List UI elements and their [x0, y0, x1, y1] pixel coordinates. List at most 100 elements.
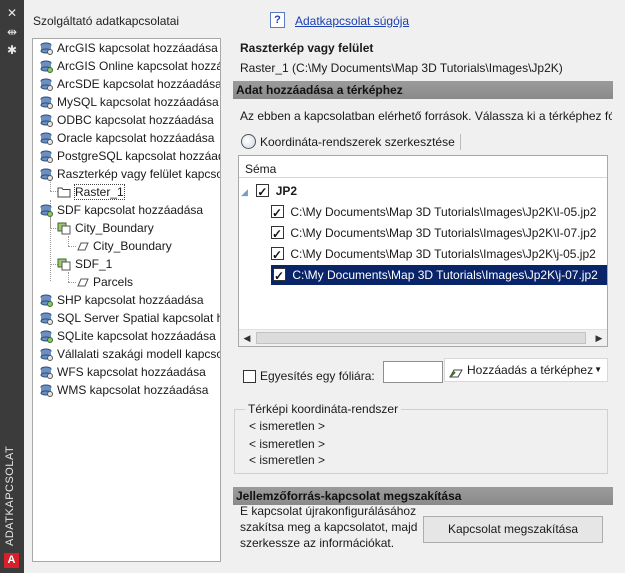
connection-icon — [39, 77, 53, 91]
connection-title: Raszterkép vagy felület — [240, 41, 374, 55]
group-checkbox[interactable] — [256, 182, 270, 202]
tree-item-oracle[interactable]: Oracle kapcsolat hozzáadása — [39, 129, 214, 147]
connection-icon — [39, 365, 53, 379]
tree-item-label: PostgreSQL kapcsolat hozzáad — [57, 149, 221, 163]
tree-item-label: WMS kapcsolat hozzáadása — [57, 383, 209, 397]
grid-file-row-selected[interactable]: C:\My Documents\Map 3D Tutorials\Images\… — [271, 265, 607, 286]
connection-icon — [39, 293, 53, 307]
help-icon[interactable]: ? — [270, 12, 285, 28]
coord-button-label: Koordináta-rendszerek szerkesztése — [260, 135, 455, 149]
tree-item-label: ArcSDE kapcsolat hozzáadása — [57, 77, 221, 91]
tree-item-label: MySQL kapcsolat hozzáadása — [57, 95, 219, 109]
tree-item-label: WFS kapcsolat hozzáadása — [57, 365, 206, 379]
tree-item-city-boundary-layer[interactable]: City_Boundary — [57, 219, 154, 237]
tree-item-raster[interactable]: Raszterkép vagy felület kapcsol — [39, 165, 221, 183]
add-to-map-button[interactable]: Hozzáadás a térképhez ▼ — [444, 358, 608, 382]
chevron-down-icon[interactable]: ▼ — [594, 359, 602, 381]
grid-file-row[interactable]: C:\My Documents\Map 3D Tutorials\Images\… — [271, 223, 597, 244]
map-coordinate-title: Térképi koordináta-rendszer — [245, 402, 402, 416]
layer-icon — [57, 257, 71, 271]
auto-hide-icon[interactable]: ⇹ — [4, 24, 20, 40]
horizontal-scrollbar[interactable]: ◀ ▶ — [239, 329, 607, 346]
connection-icon — [39, 95, 53, 109]
file-checkbox[interactable] — [271, 203, 284, 223]
file-path: C:\My Documents\Map 3D Tutorials\Images\… — [290, 205, 597, 219]
tree-item-sqlite[interactable]: SQLite kapcsolat hozzáadása — [39, 327, 216, 345]
scrollbar-thumb[interactable] — [256, 332, 586, 344]
tree-item-mysql[interactable]: MySQL kapcsolat hozzáadása — [39, 93, 219, 111]
tree-item-arcsde[interactable]: ArcSDE kapcsolat hozzáadása — [39, 75, 221, 93]
tree-item-wfs[interactable]: WFS kapcsolat hozzáadása — [39, 363, 206, 381]
file-path: C:\My Documents\Map 3D Tutorials\Images\… — [290, 226, 597, 240]
coordinate-value: < ismeretlen > — [249, 419, 326, 433]
folder-icon — [57, 185, 71, 199]
scroll-left-icon[interactable]: ◀ — [241, 332, 253, 344]
grid-file-row[interactable]: C:\My Documents\Map 3D Tutorials\Images\… — [271, 244, 596, 265]
add-description: Az ebben a kapcsolatban elérhető forráso… — [240, 109, 612, 123]
connection-tree[interactable]: ArcGIS kapcsolat hozzáadása ArcGIS Onlin… — [32, 38, 221, 562]
merge-checkbox[interactable] — [243, 370, 256, 383]
help-link[interactable]: Adatkapcsolat súgója — [295, 14, 409, 28]
tree-item-label: ODBC kapcsolat hozzáadása — [57, 113, 214, 127]
file-checkbox[interactable] — [271, 245, 284, 265]
section-add-to-map: Adat hozzáadása a térképhez — [233, 81, 613, 99]
tree-item-parcels[interactable]: Parcels — [75, 273, 133, 291]
disconnect-button[interactable]: Kapcsolat megszakítása — [423, 516, 603, 543]
tree-item-label: City_Boundary — [93, 239, 172, 253]
tree-item-arcgis-online[interactable]: ArcGIS Online kapcsolat hozzá — [39, 57, 221, 75]
connection-icon — [39, 131, 53, 145]
tree-item-label: City_Boundary — [75, 221, 154, 235]
close-icon[interactable]: ✕ — [4, 5, 20, 21]
connection-icon — [39, 311, 53, 325]
merge-layer-input[interactable] — [383, 361, 443, 383]
connection-icon — [39, 149, 53, 163]
connection-icon — [39, 41, 53, 55]
connection-path: Raster_1 (C:\My Documents\Map 3D Tutoria… — [240, 61, 563, 75]
tree-item-label: Vállalati szakági modell kapcsol — [57, 347, 221, 361]
tree-item-label: Raszterkép vagy felület kapcsol — [57, 167, 221, 181]
connection-icon — [39, 203, 53, 217]
scroll-right-icon[interactable]: ▶ — [593, 332, 605, 344]
connection-icon — [39, 383, 53, 397]
file-checkbox[interactable] — [271, 224, 284, 244]
tree-item-odbc[interactable]: ODBC kapcsolat hozzáadása — [39, 111, 214, 129]
file-checkbox[interactable] — [273, 266, 286, 286]
gear-icon[interactable]: ✱ — [4, 42, 20, 58]
tree-item-city-boundary-feature[interactable]: City_Boundary — [75, 237, 172, 255]
palette-window: ✕ ⇹ ✱ ADATKAPCSOLAT A Szolgáltató adatka… — [0, 0, 625, 573]
edit-coordinate-systems-button[interactable]: Koordináta-rendszerek szerkesztése — [240, 131, 455, 153]
grid-header-schema: Séma — [239, 156, 607, 178]
add-layer-icon — [449, 364, 463, 378]
add-button-label: Hozzáadás a térképhez — [467, 363, 594, 377]
tree-connector — [68, 236, 69, 246]
tree-item-label: ArcGIS Online kapcsolat hozzá — [57, 59, 221, 73]
tree-item-enterprise-model[interactable]: Vállalati szakági modell kapcsol — [39, 345, 221, 363]
grid-file-row[interactable]: C:\My Documents\Map 3D Tutorials\Images\… — [271, 202, 597, 223]
file-path: C:\My Documents\Map 3D Tutorials\Images\… — [292, 268, 598, 282]
tree-item-postgresql[interactable]: PostgreSQL kapcsolat hozzáad — [39, 147, 221, 165]
connection-icon — [39, 329, 53, 343]
tree-connector — [68, 272, 69, 282]
disconnect-description: E kapcsolat újrakonfigurálásához szakíts… — [240, 504, 418, 550]
source-grid[interactable]: Séma ◢ JP2 C:\My Documents\Map 3D Tutori… — [238, 155, 608, 347]
tree-item-sdf-1[interactable]: SDF_1 — [57, 255, 112, 273]
palette-title-bar[interactable]: ✕ ⇹ ✱ ADATKAPCSOLAT A — [0, 0, 24, 573]
tree-item-label: SHP kapcsolat hozzáadása — [57, 293, 204, 307]
merge-label: Egyesítés egy fóliára: — [260, 369, 375, 383]
tree-item-raster-1[interactable]: Raster_1 — [57, 183, 125, 201]
tree-item-label: ArcGIS kapcsolat hozzáadása — [57, 41, 218, 55]
expand-triangle-icon[interactable]: ◢ — [241, 182, 253, 202]
tree-item-arcgis[interactable]: ArcGIS kapcsolat hozzáadása — [39, 39, 218, 57]
coordinate-value: < ismeretlen > — [249, 437, 326, 451]
tree-item-shp[interactable]: SHP kapcsolat hozzáadása — [39, 291, 204, 309]
tree-item-wms[interactable]: WMS kapcsolat hozzáadása — [39, 381, 208, 399]
group-label: JP2 — [275, 184, 298, 198]
tree-item-sqlserver[interactable]: SQL Server Spatial kapcsolat ho — [39, 309, 220, 327]
layer-icon — [57, 221, 71, 235]
connection-icon — [39, 113, 53, 127]
tree-item-label: SDF_1 — [75, 257, 113, 271]
connection-icon — [39, 347, 53, 361]
grid-group-row[interactable]: ◢ JP2 — [241, 181, 298, 202]
connections-title: Szolgáltató adatkapcsolatai — [33, 14, 180, 28]
tree-item-sdf[interactable]: SDF kapcsolat hozzáadása — [39, 201, 203, 219]
